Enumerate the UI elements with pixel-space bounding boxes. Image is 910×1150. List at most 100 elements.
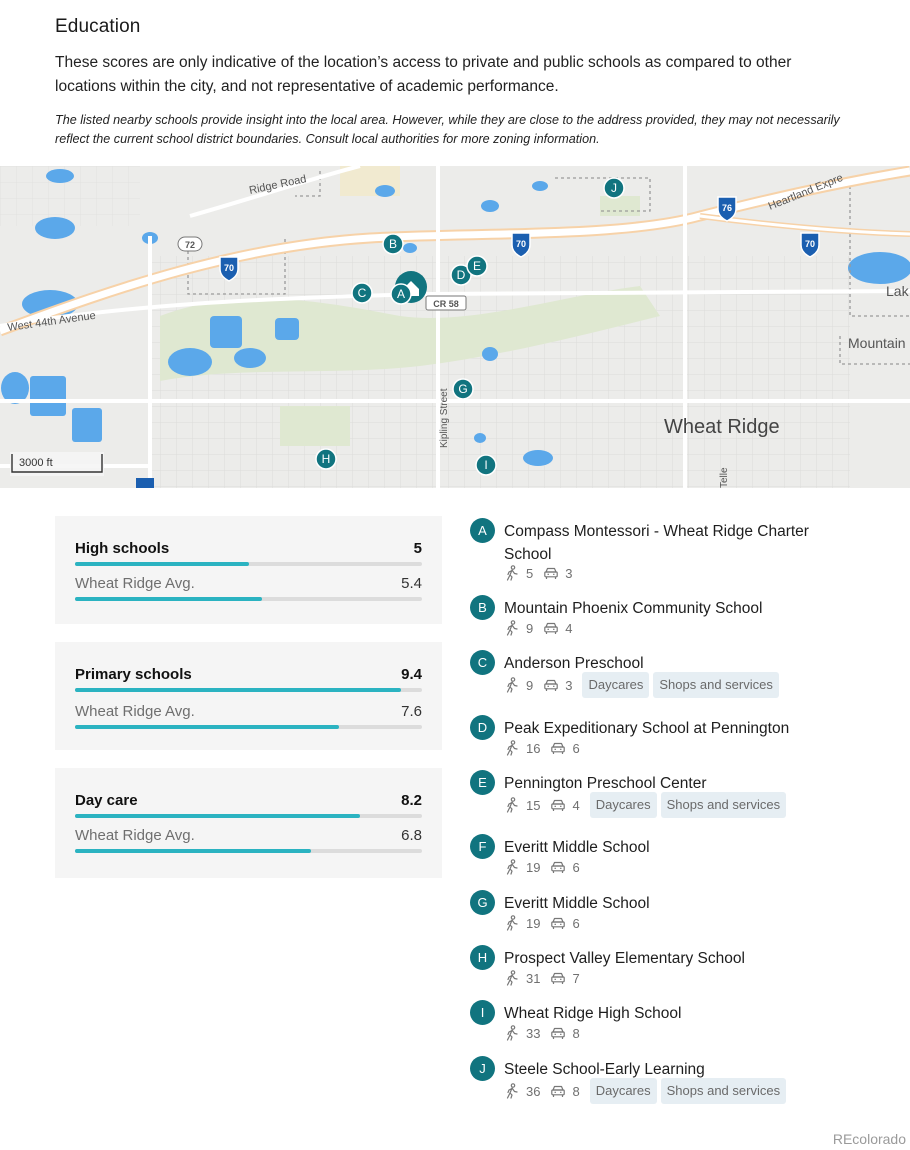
walk-icon <box>506 677 518 693</box>
avg-row: Wheat Ridge Avg. 6.8 <box>75 827 422 849</box>
avg-value: 6.8 <box>401 827 422 844</box>
score-card-primary-schools: Primary schools 9.4 Wheat Ridge Avg. 7.6 <box>55 642 442 750</box>
map-marker-a[interactable]: A <box>390 283 412 305</box>
school-marker-badge: H <box>470 945 495 970</box>
map-marker-b[interactable]: B <box>382 233 404 255</box>
score-label: Day care <box>75 792 138 809</box>
category-tag[interactable]: Shops and services <box>653 672 779 698</box>
score-bar-fill <box>75 814 360 818</box>
avg-value: 5.4 <box>401 575 422 592</box>
avg-bar <box>75 849 422 853</box>
car-icon <box>551 972 566 984</box>
category-tag[interactable]: Daycares <box>589 792 657 818</box>
score-card-high-schools: High schools 5 Wheat Ridge Avg. 5.4 <box>55 516 442 624</box>
score-label: High schools <box>75 540 170 557</box>
drive-minutes: 4 <box>565 620 573 636</box>
category-tag[interactable]: Daycares <box>589 1078 657 1104</box>
commute-info: 15 4 Daycares Shops and services <box>504 792 790 818</box>
commute-info: 31 7 <box>504 965 590 991</box>
commute-info: 19 6 <box>504 854 590 880</box>
avg-label: Wheat Ridge Avg. <box>75 575 195 592</box>
avg-bar <box>75 725 422 729</box>
category-tag[interactable]: Daycares <box>582 672 650 698</box>
walk-icon <box>506 970 518 986</box>
car-icon <box>551 1085 566 1097</box>
avg-row: Wheat Ridge Avg. 5.4 <box>75 575 422 597</box>
avg-bar-fill <box>75 597 263 601</box>
commute-info: 94 <box>504 615 582 641</box>
car-icon <box>551 917 566 929</box>
category-tag[interactable]: Shops and services <box>660 1078 787 1104</box>
avg-label: Wheat Ridge Avg. <box>75 827 195 844</box>
avg-label: Wheat Ridge Avg. <box>75 703 195 720</box>
svg-text:H: H <box>322 452 331 466</box>
car-icon <box>544 622 559 634</box>
walk-minutes: 5 <box>526 565 534 581</box>
i70-shield <box>136 478 154 488</box>
svg-text:70: 70 <box>516 239 526 249</box>
car-icon <box>544 679 559 691</box>
score-row: High schools 5 <box>75 540 422 562</box>
commute-info: 9 3 Daycares Shops and services <box>504 672 783 698</box>
score-value: 8.2 <box>401 792 422 809</box>
svg-text:3000 ft: 3000 ft <box>19 457 53 469</box>
svg-text:G: G <box>458 382 467 396</box>
score-bar <box>75 562 422 566</box>
score-value: 9.4 <box>401 666 422 683</box>
walk-icon <box>506 915 518 931</box>
i70-shield: 70 <box>511 232 531 258</box>
drive-minutes: 7 <box>572 970 580 986</box>
category-tag[interactable]: Shops and services <box>660 792 787 818</box>
car-icon <box>551 799 566 811</box>
walk-icon <box>506 1025 518 1041</box>
walk-minutes: 33 <box>526 1025 541 1041</box>
drive-minutes: 8 <box>572 1025 580 1041</box>
avg-row: Wheat Ridge Avg. 7.6 <box>75 703 422 725</box>
score-value: 5 <box>413 540 422 557</box>
school-marker-badge: A <box>470 518 495 543</box>
map-label-telle: Telle <box>719 467 730 488</box>
svg-text:B: B <box>389 237 397 251</box>
walk-icon <box>506 565 518 581</box>
education-intro: These scores are only indicative of the … <box>55 54 792 95</box>
svg-text:70: 70 <box>805 239 815 249</box>
walk-icon <box>506 797 518 813</box>
brand-logo-text: REcolorado <box>832 1131 906 1147</box>
walk-minutes: 31 <box>526 970 541 986</box>
walk-minutes: 9 <box>526 677 534 693</box>
car-icon <box>551 742 566 754</box>
schools-map[interactable]: Ridge Road West 44th Avenue Kipling Stre… <box>0 166 910 488</box>
map-marker-h[interactable]: H <box>315 448 337 470</box>
svg-text:CR 58: CR 58 <box>433 299 459 309</box>
commute-info: 53 <box>504 560 582 586</box>
car-icon <box>551 1027 566 1039</box>
car-icon <box>544 567 559 579</box>
drive-minutes: 6 <box>572 915 580 931</box>
map-marker-i[interactable]: I <box>475 454 497 476</box>
avg-value: 7.6 <box>401 703 422 720</box>
commute-info: 16 6 <box>504 735 590 761</box>
commute-info: 36 8 Daycares Shops and services <box>504 1078 790 1104</box>
map-marker-g[interactable]: G <box>452 378 474 400</box>
i76-shield: 76 <box>717 196 737 222</box>
map-marker-c[interactable]: C <box>351 282 373 304</box>
avg-bar-fill <box>75 849 311 853</box>
svg-text:J: J <box>611 181 617 195</box>
walk-minutes: 19 <box>526 915 541 931</box>
svg-text:76: 76 <box>722 203 732 213</box>
svg-text:E: E <box>473 259 481 273</box>
walk-minutes: 9 <box>526 620 534 636</box>
map-scale: 3000 ft <box>10 452 104 476</box>
map-marker-e[interactable]: E <box>466 255 488 277</box>
commute-info: 19 6 <box>504 910 590 936</box>
svg-text:72: 72 <box>185 240 195 250</box>
drive-minutes: 4 <box>572 797 580 813</box>
drive-minutes: 3 <box>565 677 573 693</box>
map-marker-j[interactable]: J <box>603 177 625 199</box>
svg-text:I: I <box>484 458 487 472</box>
school-marker-badge: G <box>470 890 495 915</box>
school-marker-badge: E <box>470 770 495 795</box>
map-label-lake: Lak <box>886 283 910 299</box>
score-card-day-care: Day care 8.2 Wheat Ridge Avg. 6.8 <box>55 768 442 878</box>
score-bar <box>75 814 422 818</box>
